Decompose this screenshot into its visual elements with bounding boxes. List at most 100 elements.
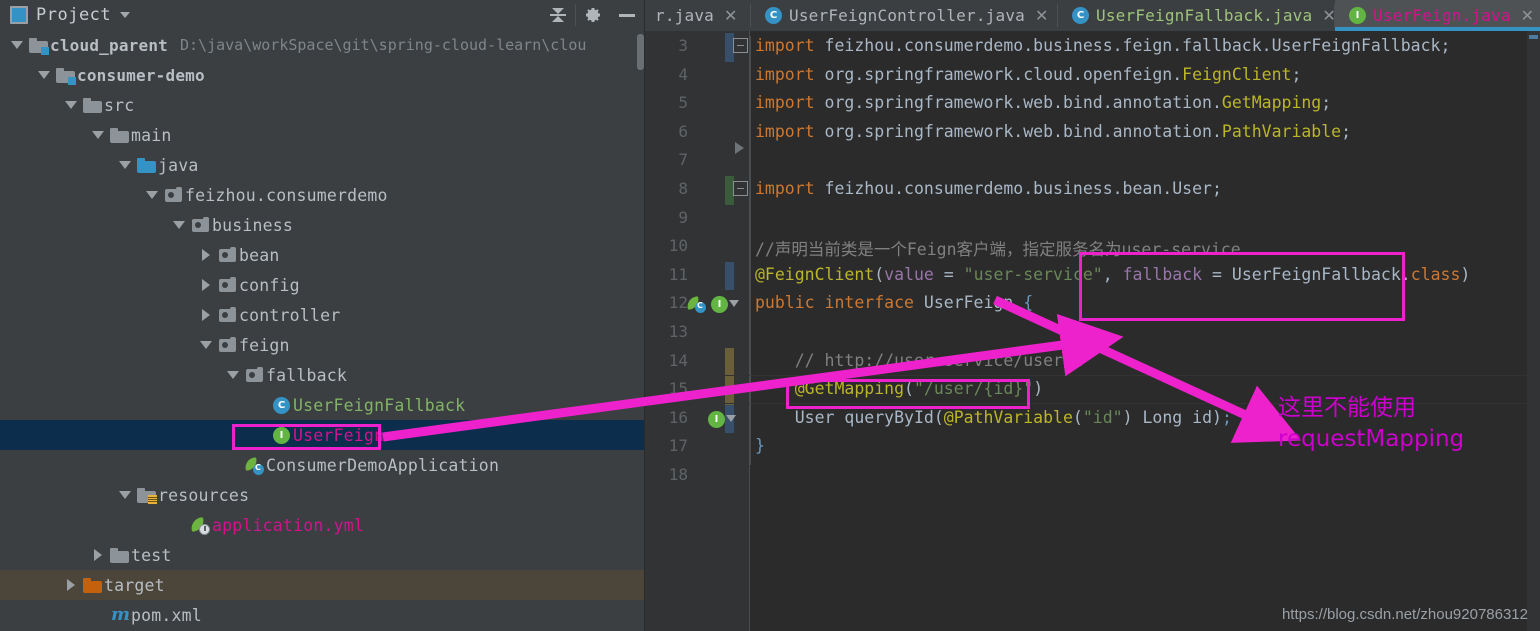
tree-item-src[interactable]: src bbox=[0, 90, 644, 120]
java-interface-icon: I bbox=[1349, 7, 1366, 24]
package-icon bbox=[165, 187, 182, 202]
expand-imports-icon[interactable] bbox=[735, 141, 744, 154]
chevron-down-icon bbox=[38, 71, 50, 79]
tree-expander[interactable] bbox=[222, 360, 244, 390]
tree-expander[interactable] bbox=[195, 300, 217, 330]
tree-expander[interactable] bbox=[87, 120, 109, 150]
package-icon bbox=[219, 247, 236, 262]
collapse-all-button[interactable] bbox=[541, 0, 575, 30]
tree-item-cloud-parent[interactable]: cloud_parent D:\java\workSpace\git\spring… bbox=[0, 30, 644, 60]
chevron-down-icon[interactable] bbox=[120, 12, 131, 18]
tree-item-icon bbox=[109, 540, 131, 570]
tree-expander[interactable] bbox=[6, 30, 28, 60]
tree-scrollbar[interactable] bbox=[637, 34, 644, 70]
tab-separator bbox=[1334, 4, 1335, 27]
tree-item-consumerdemoapplication[interactable]: ConsumerDemoApplication bbox=[0, 450, 644, 480]
code-editor[interactable]: 3456789101112131415161718II import feizh… bbox=[645, 31, 1540, 631]
tree-item-application-yml[interactable]: application.yml bbox=[0, 510, 644, 540]
tree-expander[interactable] bbox=[33, 60, 55, 90]
editor-tab-userfeignfallback[interactable]: C UserFeignFallback.java ✕ bbox=[1058, 0, 1336, 31]
tree-expander bbox=[87, 600, 109, 630]
tree-item-config[interactable]: config bbox=[0, 270, 644, 300]
tree-item-target[interactable]: target bbox=[0, 570, 644, 600]
tree-item-label: cloud_parent bbox=[50, 35, 168, 55]
code-area[interactable]: import feizhou.consumerdemo.business.fei… bbox=[645, 31, 1540, 631]
tree-item-java[interactable]: java bbox=[0, 150, 644, 180]
editor-marker-bar[interactable] bbox=[1527, 31, 1540, 631]
tree-item-label: test bbox=[131, 545, 172, 565]
tree-expander[interactable] bbox=[87, 540, 109, 570]
tree-expander[interactable] bbox=[195, 270, 217, 300]
editor-tab-userfeign[interactable]: I UserFeign.java ✕ bbox=[1335, 0, 1540, 31]
spring-bean-gutter-icon[interactable] bbox=[686, 296, 706, 314]
marker-stripe[interactable] bbox=[1529, 35, 1538, 39]
tree-expander[interactable] bbox=[60, 570, 82, 600]
chevron-right-icon bbox=[202, 309, 210, 321]
tree-item-main[interactable]: main bbox=[0, 120, 644, 150]
tree-expander[interactable] bbox=[168, 210, 190, 240]
settings-button[interactable] bbox=[576, 0, 610, 30]
editor-tab-label: UserFeignFallback.java bbox=[1096, 6, 1313, 25]
tree-item-bean[interactable]: bean bbox=[0, 240, 644, 270]
project-tool-window-header: Project bbox=[0, 0, 644, 30]
code-fold-icon[interactable] bbox=[733, 181, 748, 196]
tree-item-label: UserFeignFallback bbox=[293, 395, 466, 415]
tree-item-fallback[interactable]: fallback bbox=[0, 360, 644, 390]
package-icon bbox=[219, 307, 236, 322]
tree-expander[interactable] bbox=[114, 150, 136, 180]
tree-item-controller[interactable]: controller bbox=[0, 300, 644, 330]
tree-item-icon bbox=[163, 180, 185, 210]
tree-expander[interactable] bbox=[114, 480, 136, 510]
annotation-note-line2: requestMapping bbox=[1278, 426, 1465, 452]
tree-item-userfeignfallback[interactable]: C UserFeignFallback bbox=[0, 390, 644, 420]
code-line-4: import org.springframework.cloud.openfei… bbox=[755, 64, 1302, 84]
line-number: 18 bbox=[668, 465, 688, 484]
project-panel: Project cloud_parent D:\java\workSpace\gi… bbox=[0, 0, 644, 631]
tree-item-icon bbox=[244, 450, 266, 480]
editor-tab-bar[interactable]: r.java ✕ C UserFeignController.java ✕ C UserFe… bbox=[645, 0, 1540, 31]
tree-item-icon bbox=[217, 300, 239, 330]
spring-yaml-icon bbox=[190, 517, 210, 535]
tree-expander[interactable] bbox=[141, 180, 163, 210]
tree-expander[interactable] bbox=[195, 330, 217, 360]
vcs-change-marker[interactable] bbox=[725, 261, 734, 291]
code-fold-icon[interactable] bbox=[733, 38, 748, 53]
chevron-right-icon bbox=[67, 579, 75, 591]
gutter-icons-line-16[interactable]: I bbox=[708, 409, 736, 428]
tree-item-label: ConsumerDemoApplication bbox=[266, 455, 500, 475]
implemented-method-gutter-icon[interactable]: I bbox=[708, 410, 725, 428]
tree-item-resources[interactable]: resources bbox=[0, 480, 644, 510]
source-folder-icon bbox=[137, 158, 156, 173]
tree-expander bbox=[249, 390, 271, 420]
hide-panel-button[interactable] bbox=[610, 0, 644, 30]
tree-expander[interactable] bbox=[195, 240, 217, 270]
tree-item-icon bbox=[82, 570, 104, 600]
tree-expander[interactable] bbox=[60, 90, 82, 120]
tree-item-pom-xml[interactable]: m pom.xml bbox=[0, 600, 644, 630]
editor-gutter[interactable]: 3456789101112131415161718II bbox=[645, 31, 750, 631]
editor-tab-userfeigncontroller[interactable]: C UserFeignController.java ✕ bbox=[751, 0, 1056, 31]
tree-item-label: feizhou.consumerdemo bbox=[185, 185, 388, 205]
tree-item-business[interactable]: business bbox=[0, 210, 644, 240]
gutter-icons-line-12[interactable]: I bbox=[686, 294, 739, 314]
tree-item-icon bbox=[244, 360, 266, 390]
line-number: 4 bbox=[678, 64, 688, 84]
line-number: 3 bbox=[678, 36, 688, 55]
line-number: 11 bbox=[668, 264, 688, 284]
tree-item-label: fallback bbox=[266, 365, 348, 385]
editor-tab-r[interactable]: r.java ✕ bbox=[645, 0, 750, 31]
close-icon[interactable]: ✕ bbox=[1035, 6, 1048, 25]
chevron-down-icon bbox=[227, 371, 239, 379]
code-line-12: public interface UserFeign { bbox=[755, 293, 1034, 313]
close-icon[interactable]: ✕ bbox=[1521, 6, 1534, 25]
tree-item-feizhou-consumerdemo[interactable]: feizhou.consumerdemo bbox=[0, 180, 644, 210]
line-number: 13 bbox=[668, 322, 688, 341]
tree-item-test[interactable]: test bbox=[0, 540, 644, 570]
close-icon[interactable]: ✕ bbox=[724, 6, 737, 25]
project-tree[interactable]: cloud_parent D:\java\workSpace\git\spring… bbox=[0, 30, 644, 631]
tree-item-feign[interactable]: feign bbox=[0, 330, 644, 360]
tree-item-icon bbox=[190, 510, 212, 540]
tree-item-consumer-demo[interactable]: consumer-demo bbox=[0, 60, 644, 90]
implemented-interface-gutter-icon[interactable]: I bbox=[711, 296, 728, 314]
code-line-16: User queryById(@PathVariable("id") Long … bbox=[794, 407, 1232, 427]
